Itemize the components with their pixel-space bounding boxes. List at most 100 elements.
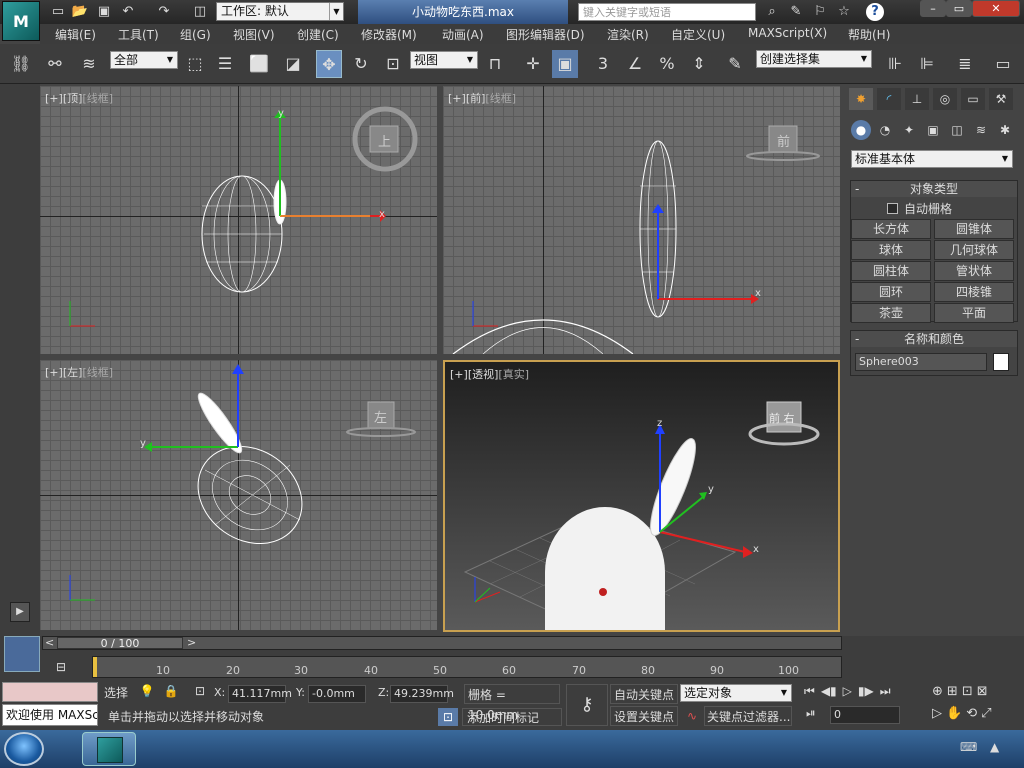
layer-manager-icon[interactable]: ≣ (952, 50, 978, 78)
viewport-left[interactable]: [+][左][线框] y 左 (40, 360, 437, 630)
lights-icon[interactable]: ✦ (899, 120, 919, 140)
absolute-mode-icon[interactable]: ⊡ (190, 684, 210, 702)
zoom-extents-all-icon[interactable]: ⊠ (977, 684, 988, 704)
keyboard-tray-icon[interactable]: ⌨ (960, 740, 980, 758)
expand-panel-icon[interactable]: ▶ (10, 602, 30, 622)
graphite-ribbon-icon[interactable]: ▭ (990, 50, 1016, 78)
menu-customize[interactable]: 自定义(U) (671, 26, 725, 43)
cone-button[interactable]: 圆锥体 (934, 219, 1014, 239)
link-icon[interactable]: ⛓ (8, 50, 34, 78)
object-type-title[interactable]: - 对象类型 (851, 181, 1017, 197)
set-key-button[interactable]: 设置关键点 (610, 706, 678, 726)
viewport-top[interactable]: [+][顶][线框] x y 上 (40, 86, 437, 354)
time-tag-icon[interactable]: ⊡ (438, 708, 458, 726)
motion-tab-icon[interactable]: ◎ (933, 88, 957, 110)
undo-icon[interactable]: ↶ (118, 3, 138, 21)
viewcube-face-label[interactable]: 前 (777, 131, 790, 150)
space-warps-icon[interactable]: ≋ (971, 120, 991, 140)
cameras-icon[interactable]: ▣ (923, 120, 943, 140)
minimize-button[interactable]: – (920, 0, 946, 17)
geosphere-button[interactable]: 几何球体 (934, 240, 1014, 260)
mirror-icon[interactable]: ⊪ (882, 50, 908, 78)
taskbar-3dsmax-app[interactable] (82, 732, 136, 766)
go-to-start-icon[interactable]: ⏮ (804, 684, 815, 702)
time-slider-thumb[interactable]: 0 / 100 (57, 637, 183, 649)
utilities-tab-icon[interactable]: ⚒ (989, 88, 1013, 110)
helpers-icon[interactable]: ◫ (947, 120, 967, 140)
current-frame-input[interactable]: 0 (830, 706, 900, 724)
category-dropdown[interactable]: 标准基本体 ▼ (851, 150, 1013, 168)
key-mode-toggle-icon[interactable]: ⏯ (806, 706, 826, 726)
x-coord-input[interactable]: 41.117mm (228, 685, 292, 703)
subscription-icon[interactable]: ✎ (786, 3, 806, 21)
display-tab-icon[interactable]: ▭ (961, 88, 985, 110)
window-crossing-icon[interactable]: ◪ (280, 50, 306, 78)
menu-animation[interactable]: 动画(A) (442, 26, 484, 43)
zoom-all-icon[interactable]: ⊞ (947, 684, 958, 704)
next-frame-icon[interactable]: ▮▶ (858, 684, 874, 702)
new-file-icon[interactable]: ▭ (48, 3, 68, 21)
spinner-snap-icon[interactable]: ⇕ (686, 50, 712, 78)
zoom-icon[interactable]: ⊕ (932, 684, 943, 704)
select-object-icon[interactable]: ⬚ (182, 50, 208, 78)
add-time-tag[interactable]: 添加时间标记 (462, 708, 562, 726)
bind-space-warp-icon[interactable]: ≋ (76, 50, 102, 78)
help-icon[interactable]: ? (866, 3, 884, 21)
rectangular-selection-icon[interactable]: ⬜ (246, 50, 272, 78)
name-and-color-title[interactable]: - 名称和颜色 (851, 331, 1017, 347)
z-coord-input[interactable]: 49.239mm (390, 685, 454, 703)
unlink-icon[interactable]: ⚯ (42, 50, 68, 78)
auto-key-button[interactable]: 自动关键点 (610, 684, 678, 704)
object-color-swatch[interactable] (993, 353, 1009, 371)
binoculars-icon[interactable]: ⌕ (762, 3, 782, 21)
hierarchy-tab-icon[interactable]: ⊥ (905, 88, 929, 110)
selection-lock-icon[interactable]: 🔒 (162, 684, 180, 702)
field-of-view-icon[interactable]: ▷ (932, 706, 942, 726)
select-by-name-icon[interactable]: ☰ (212, 50, 238, 78)
viewcube-face-label[interactable]: 前 右 (769, 410, 795, 426)
app-logo-icon[interactable]: M (2, 1, 40, 41)
box-button[interactable]: 长方体 (851, 219, 931, 239)
menu-graph-editors[interactable]: 图形编辑器(D) (506, 26, 585, 43)
torus-button[interactable]: 圆环 (851, 282, 931, 302)
reference-coordinate-dropdown[interactable]: 视图 ▼ (410, 51, 478, 69)
tray-expand-icon[interactable]: ▲ (990, 740, 1006, 758)
menu-maxscript[interactable]: MAXScript(X) (748, 26, 827, 40)
edit-named-selection-icon[interactable]: ✎ (722, 50, 748, 78)
snaps-toggle-icon[interactable]: 3 (590, 50, 616, 78)
shapes-icon[interactable]: ◔ (875, 120, 895, 140)
menu-modifiers[interactable]: 修改器(M) (361, 26, 417, 43)
go-to-end-icon[interactable]: ⏭ (880, 684, 891, 702)
orbit-icon[interactable]: ⟲ (966, 706, 977, 726)
viewport-front[interactable]: [+][前][线框] x 前 (443, 86, 840, 354)
workspace-dropdown[interactable]: 工作区: 默认 ▼ (216, 2, 344, 21)
track-bar[interactable] (92, 656, 842, 678)
maximize-button[interactable]: ▭ (946, 0, 972, 17)
pan-icon[interactable]: ✋ (946, 706, 962, 726)
cylinder-button[interactable]: 圆柱体 (851, 261, 931, 281)
maxscript-welcome-text[interactable]: 欢迎使用 MAXSc (2, 704, 98, 726)
selection-filter-dropdown[interactable]: 全部 ▼ (110, 51, 178, 69)
angle-snap-icon[interactable]: ∠ (622, 50, 648, 78)
viewport-layouts-icon[interactable] (4, 636, 40, 672)
open-file-icon[interactable]: 📂 (70, 3, 90, 21)
previous-frame-icon[interactable]: ◀▮ (821, 684, 837, 702)
maximize-viewport-icon[interactable]: ⤢ (981, 706, 991, 726)
isolate-selection-icon[interactable]: 💡 (138, 684, 156, 702)
time-slider-prev[interactable]: < (45, 636, 54, 649)
plane-button[interactable]: 平面 (934, 303, 1014, 323)
select-and-rotate-icon[interactable]: ↻ (348, 50, 374, 78)
y-coord-input[interactable]: -0.0mm (308, 685, 366, 703)
align-icon[interactable]: ⊫ (914, 50, 940, 78)
viewcube-face-label[interactable]: 左 (374, 407, 387, 426)
menu-rendering[interactable]: 渲染(R) (607, 26, 649, 43)
pyramid-button[interactable]: 四棱锥 (934, 282, 1014, 302)
named-selection-dropdown[interactable]: 创建选择集 ▼ (756, 50, 872, 68)
set-key-icon[interactable]: ⚷ (566, 684, 608, 726)
menu-create[interactable]: 创建(C) (297, 26, 339, 43)
menu-edit[interactable]: 编辑(E) (55, 26, 96, 43)
menu-tools[interactable]: 工具(T) (118, 26, 159, 43)
viewport-perspective[interactable]: [+][透视][真实] x y z 前 右 (443, 360, 840, 632)
systems-icon[interactable]: ✱ (995, 120, 1015, 140)
time-slider-next[interactable]: > (187, 636, 196, 649)
